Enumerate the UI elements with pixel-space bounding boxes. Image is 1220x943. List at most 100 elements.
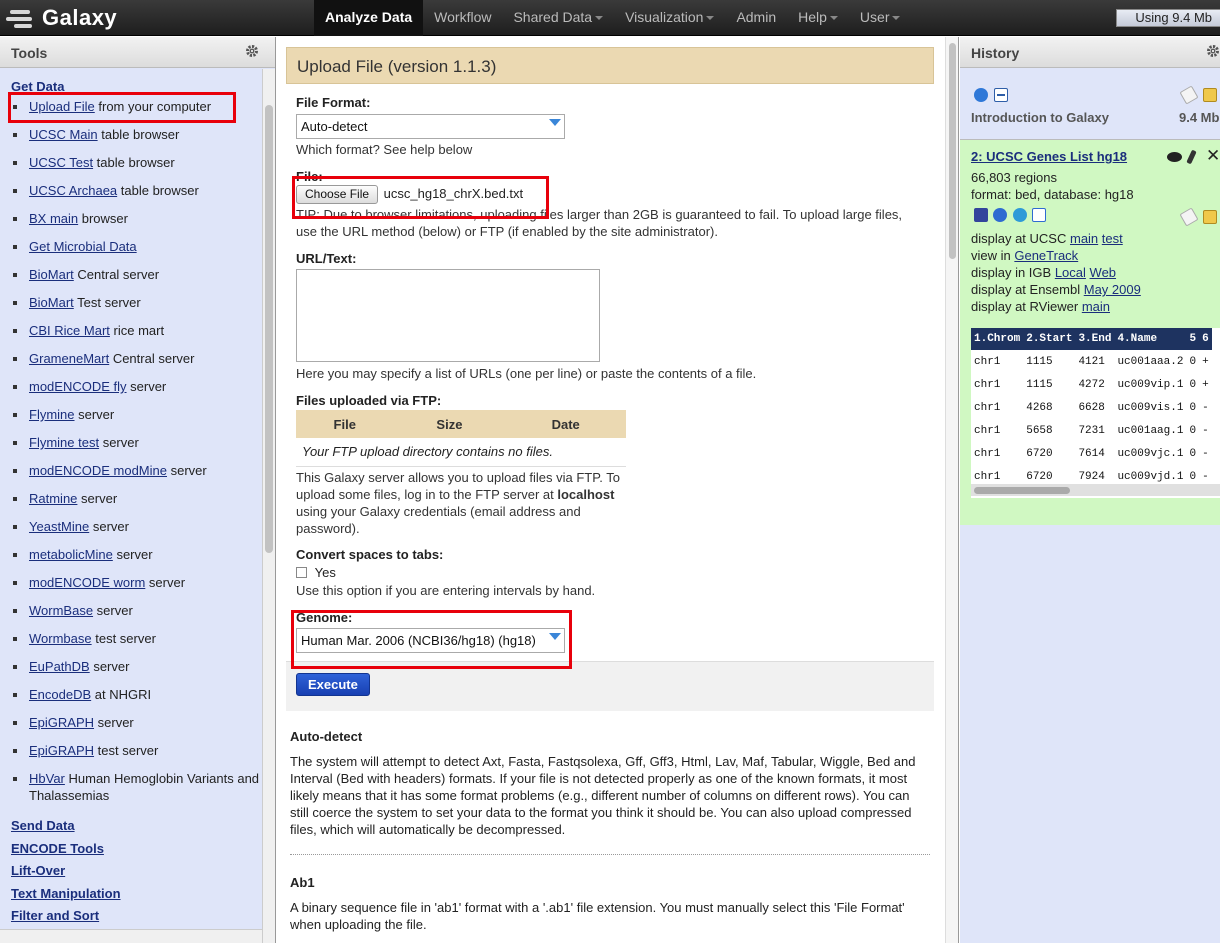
tool-item[interactable]: UCSC Archaea table browser	[11, 182, 262, 199]
tool-link[interactable]: Upload File	[29, 99, 95, 114]
tool-item[interactable]: WormBase server	[11, 602, 262, 619]
tool-item[interactable]: CBI Rice Mart rice mart	[11, 322, 262, 339]
genome-select[interactable]: Human Mar. 2006 (NCBI36/hg18) (hg18)	[296, 627, 565, 653]
section-lift-over[interactable]: Lift-Over	[11, 860, 262, 883]
peek-scrollbar[interactable]	[971, 484, 1220, 496]
section-send-data[interactable]: Send Data	[11, 815, 262, 838]
tool-link[interactable]: WormBase	[29, 603, 93, 618]
execute-button[interactable]: Execute	[296, 672, 370, 696]
tool-item[interactable]: Flymine test server	[11, 434, 262, 451]
tool-item[interactable]: EncodeDB at NHGRI	[11, 686, 262, 703]
tool-item[interactable]: modENCODE modMine server	[11, 462, 262, 479]
dataset-title[interactable]: 2: UCSC Genes List hg18	[971, 149, 1127, 164]
tool-link[interactable]: Flymine	[29, 407, 75, 422]
tool-link[interactable]: modENCODE fly	[29, 379, 127, 394]
nav-item-analyze-data[interactable]: Analyze Data	[314, 0, 424, 36]
refresh-icon[interactable]	[974, 88, 988, 102]
tool-item[interactable]: GrameneMart Central server	[11, 350, 262, 367]
tool-item[interactable]: Flymine server	[11, 406, 262, 423]
section-text-manipulation[interactable]: Text Manipulation	[11, 883, 262, 906]
tool-item[interactable]: metabolicMine server	[11, 546, 262, 563]
annotation-icon[interactable]	[1203, 210, 1217, 224]
tool-link[interactable]: BX main	[29, 211, 78, 226]
scroll-thumb[interactable]	[265, 105, 273, 553]
brand[interactable]: Galaxy	[6, 3, 117, 33]
tool-link[interactable]: GrameneMart	[29, 351, 109, 366]
tool-link[interactable]: EuPathDB	[29, 659, 90, 674]
tool-item[interactable]: modENCODE fly server	[11, 378, 262, 395]
tool-item[interactable]: EpiGRAPH server	[11, 714, 262, 731]
scroll-thumb[interactable]	[974, 487, 1070, 494]
pencil-icon[interactable]	[1186, 149, 1197, 165]
section-encode-tools[interactable]: ENCODE Tools	[11, 838, 262, 861]
tool-link[interactable]: CBI Rice Mart	[29, 323, 110, 338]
scroll-thumb[interactable]	[949, 43, 956, 259]
tag-icon[interactable]	[1179, 207, 1199, 227]
url-textarea[interactable]	[296, 269, 600, 362]
delete-icon[interactable]: ✕	[1206, 146, 1220, 166]
tool-link[interactable]: EncodeDB	[29, 687, 91, 702]
display-link[interactable]: main	[1082, 299, 1110, 314]
eye-icon[interactable]	[1167, 152, 1182, 162]
file-format-select[interactable]: Auto-detect	[296, 114, 565, 139]
tool-item[interactable]: Wormbase test server	[11, 630, 262, 647]
display-link[interactable]: main	[1070, 231, 1098, 246]
tool-link[interactable]: modENCODE worm	[29, 575, 145, 590]
tool-item[interactable]: Upload File from your computer	[11, 98, 262, 115]
nav-item-help[interactable]: Help	[787, 0, 849, 36]
display-link[interactable]: GeneTrack	[1014, 248, 1078, 263]
tool-item[interactable]: Get Microbial Data	[11, 238, 262, 255]
tool-link[interactable]: EpiGRAPH	[29, 715, 94, 730]
nav-item-admin[interactable]: Admin	[725, 0, 787, 36]
nav-item-shared-data[interactable]: Shared Data	[502, 0, 614, 36]
spaces-checkbox[interactable]	[296, 566, 307, 578]
tool-link[interactable]: UCSC Archaea	[29, 183, 117, 198]
tool-link[interactable]: Get Microbial Data	[29, 239, 137, 254]
tool-item[interactable]: HbVar Human Hemoglobin Variants and Thal…	[11, 770, 262, 804]
tool-link[interactable]: UCSC Test	[29, 155, 93, 170]
tool-item[interactable]: YeastMine server	[11, 518, 262, 535]
tool-link[interactable]: HbVar	[29, 771, 65, 786]
tool-item[interactable]: BioMart Central server	[11, 266, 262, 283]
tool-item[interactable]: UCSC Main table browser	[11, 126, 262, 143]
display-link[interactable]: May 2009	[1084, 282, 1141, 297]
tool-link[interactable]: metabolicMine	[29, 547, 113, 562]
tool-item[interactable]: EpiGRAPH test server	[11, 742, 262, 759]
tool-item[interactable]: EuPathDB server	[11, 658, 262, 675]
tool-link[interactable]: EpiGRAPH	[29, 743, 94, 758]
section-get-data[interactable]: Get Data	[11, 77, 262, 97]
tool-link[interactable]: BioMart	[29, 295, 74, 310]
tool-item[interactable]: UCSC Test table browser	[11, 154, 262, 171]
tool-panel-hscrollbar[interactable]	[0, 929, 262, 943]
collapse-icon[interactable]	[994, 88, 1008, 102]
nav-item-visualization[interactable]: Visualization	[614, 0, 725, 36]
tool-link[interactable]: UCSC Main	[29, 127, 98, 142]
info-icon[interactable]	[993, 208, 1007, 222]
tool-link[interactable]: modENCODE modMine	[29, 463, 167, 478]
nav-item-workflow[interactable]: Workflow	[423, 0, 502, 36]
tag-icon[interactable]	[1179, 85, 1199, 105]
display-link[interactable]: test	[1102, 231, 1123, 246]
history-name[interactable]: Introduction to Galaxy	[971, 110, 1109, 125]
rerun-icon[interactable]	[1013, 208, 1027, 222]
gear-icon[interactable]	[1206, 44, 1220, 58]
display-link[interactable]: Web	[1090, 265, 1117, 280]
save-icon[interactable]	[974, 208, 988, 222]
tool-panel-scrollbar[interactable]	[262, 69, 275, 943]
tool-link[interactable]: Flymine test	[29, 435, 99, 450]
tool-item[interactable]: BX main browser	[11, 210, 262, 227]
choose-file-button[interactable]: Choose File	[296, 185, 379, 204]
tool-item[interactable]: modENCODE worm server	[11, 574, 262, 591]
display-link[interactable]: Local	[1055, 265, 1086, 280]
tool-link[interactable]: YeastMine	[29, 519, 89, 534]
visualize-icon[interactable]	[1032, 208, 1046, 222]
tool-item[interactable]: Ratmine server	[11, 490, 262, 507]
gear-icon[interactable]	[245, 44, 259, 58]
nav-item-user[interactable]: User	[849, 0, 912, 36]
tool-link[interactable]: BioMart	[29, 267, 74, 282]
tool-link[interactable]: Wormbase	[29, 631, 92, 646]
center-scrollbar[interactable]	[945, 37, 958, 943]
annotation-icon[interactable]	[1203, 88, 1217, 102]
tool-item[interactable]: BioMart Test server	[11, 294, 262, 311]
section-filter-and-sort[interactable]: Filter and Sort	[11, 905, 262, 928]
